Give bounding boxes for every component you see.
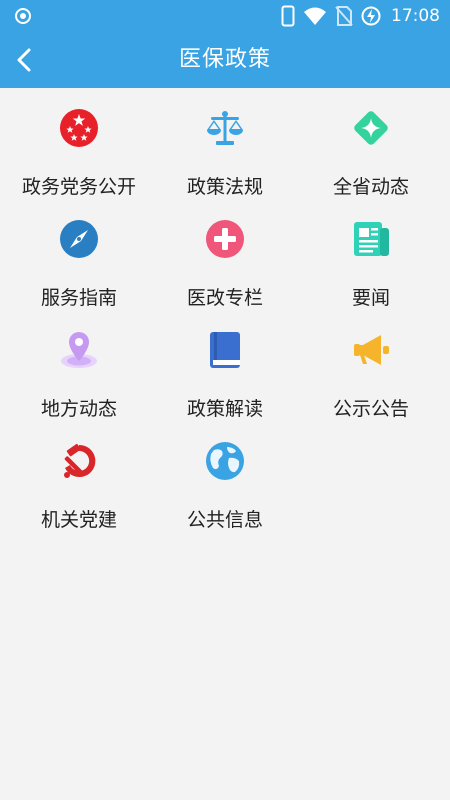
- medical-cross-icon: [206, 220, 244, 258]
- status-bar: 17:08: [0, 0, 450, 32]
- menu-item-label: 服务指南: [40, 287, 117, 309]
- menu-item-label: 公共信息: [186, 509, 263, 531]
- menu-item-party-building[interactable]: 机关党建: [4, 421, 154, 532]
- menu-item-policies-regulations[interactable]: 政策法规: [150, 88, 300, 199]
- hammer-sickle-icon: [64, 443, 96, 478]
- globe-icon: [206, 442, 244, 480]
- menu-item-label: 公示公告: [332, 398, 409, 420]
- menu-item-label: 医改专栏: [186, 287, 263, 309]
- menu-item-public-information[interactable]: 公共信息: [150, 421, 300, 532]
- menu-item-label: 地方动态: [40, 398, 117, 420]
- menu-item-label: 全省动态: [332, 176, 409, 198]
- menu-item-label: 政策解读: [186, 398, 263, 420]
- menu-item-announcements[interactable]: 公示公告: [296, 310, 446, 421]
- newspaper-icon: [354, 222, 389, 256]
- page-title: 医保政策: [178, 47, 271, 72]
- status-time: 17:08: [391, 6, 440, 26]
- notification-dot-icon: [15, 8, 31, 24]
- menu-item-local-news[interactable]: 地方动态: [4, 310, 154, 421]
- no-sim-icon: [335, 6, 353, 26]
- menu-item-provincial-news[interactable]: 全省动态: [296, 88, 446, 199]
- location-pin-icon: [61, 332, 97, 368]
- megaphone-icon: [354, 335, 389, 365]
- menu-item-headlines[interactable]: 要闻: [296, 199, 446, 310]
- menu-item-label: 政策法规: [186, 176, 263, 198]
- scales-icon: [207, 111, 243, 145]
- menu-item-label: 政务党务公开: [21, 176, 136, 198]
- compass-icon: [60, 220, 98, 258]
- book-icon: [210, 332, 240, 368]
- battery-charging-icon: [361, 6, 381, 26]
- status-icons: 17:08: [281, 4, 440, 28]
- menu-item-label: 机关党建: [40, 509, 117, 531]
- star-badge-icon: [60, 109, 98, 147]
- phone-icon: [281, 5, 295, 27]
- menu-item-label: 要闻: [351, 287, 390, 309]
- app-bar: 医保政策: [0, 32, 450, 88]
- menu-item-service-guide[interactable]: 服务指南: [4, 199, 154, 310]
- diamond-sparkle-icon: [354, 111, 388, 145]
- menu-item-gov-party-affairs[interactable]: 政务党务公开: [4, 88, 154, 199]
- menu-item-medical-reform[interactable]: 医改专栏: [150, 199, 300, 310]
- wifi-icon: [304, 7, 326, 25]
- menu-item-policy-interpretation[interactable]: 政策解读: [150, 310, 300, 421]
